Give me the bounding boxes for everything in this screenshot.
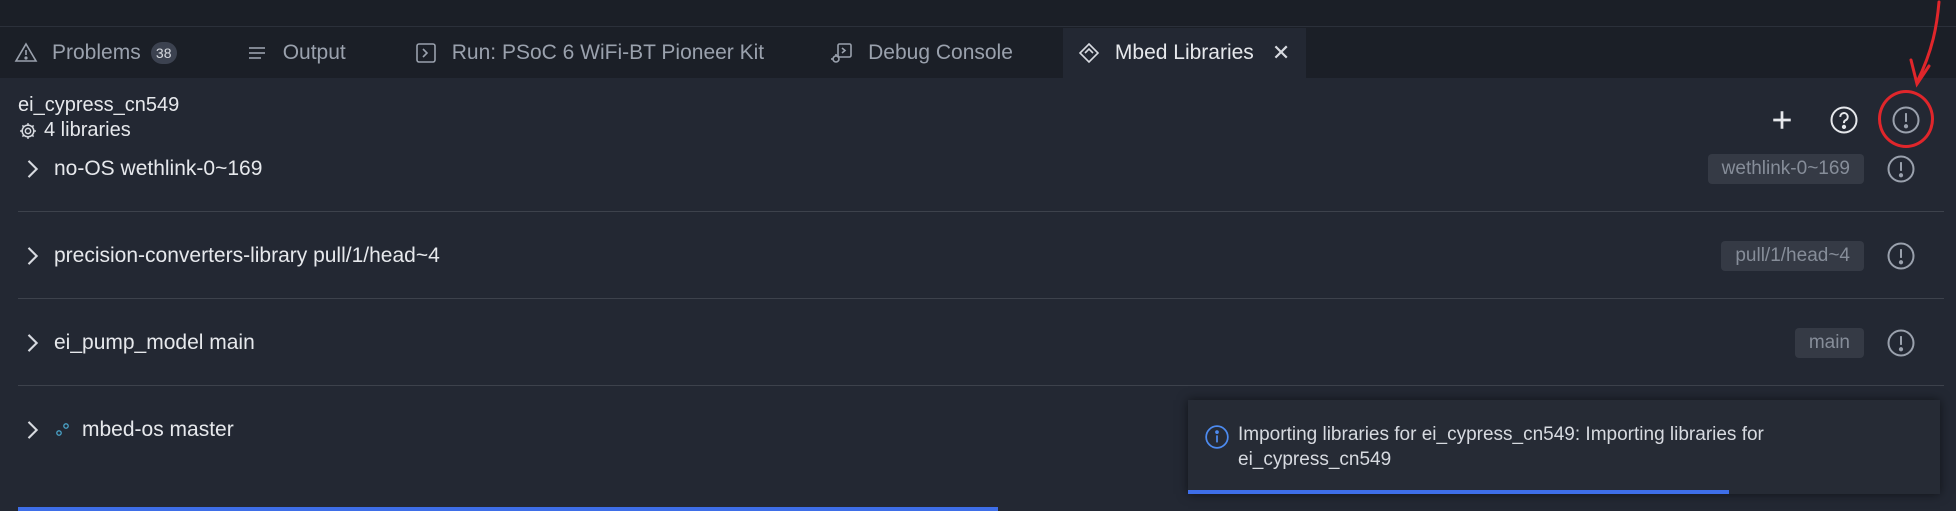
annotation-arrow — [1909, 0, 1941, 88]
tab-debug-console[interactable]: Debug Console — [780, 28, 1029, 78]
debug-console-icon — [831, 43, 852, 63]
library-ref-badge: wethlink-0~169 — [1707, 153, 1864, 184]
library-ref-badge: main — [1794, 327, 1864, 358]
library-label: no-OS wethlink-0~169 — [54, 156, 263, 180]
info-icon — [1205, 425, 1229, 449]
list-icon — [248, 47, 265, 59]
problems-count-badge: 38 — [150, 42, 177, 64]
library-label: mbed-os master — [82, 418, 234, 441]
library-row[interactable]: no-OS wethlink-0~169 wethlink-0~169 — [18, 126, 1944, 212]
tab-run[interactable]: Run: PSoC 6 WiFi-BT Pioneer Kit — [362, 28, 780, 78]
chevron-right-icon[interactable] — [18, 416, 46, 444]
tab-mbed-libraries-label: Mbed Libraries — [1114, 41, 1254, 64]
chevron-right-icon[interactable] — [18, 242, 46, 270]
project-name: ei_cypress_cn549 — [18, 94, 180, 116]
library-label: ei_pump_model main — [54, 330, 255, 354]
toast-message: Importing libraries for ei_cypress_cn549… — [1238, 424, 1764, 470]
toast-progress-bar — [1188, 490, 1730, 494]
info-icon[interactable] — [1886, 154, 1916, 184]
panel-tab-bar: Problems 38 Output Run: PSoC 6 WiFi-BT P… — [0, 28, 1956, 78]
panel-progress-bar — [18, 507, 998, 511]
info-icon[interactable] — [1886, 241, 1916, 271]
tab-problems-label: Problems — [52, 41, 141, 64]
tab-problems[interactable]: Problems 38 — [0, 28, 193, 78]
library-row-actions: main — [1794, 327, 1916, 358]
chevron-right-icon[interactable] — [18, 155, 46, 183]
library-row-actions: pull/1/head~4 — [1721, 240, 1916, 271]
warning-icon — [14, 42, 38, 62]
tab-mbed-libraries[interactable]: Mbed Libraries ✕ — [1062, 28, 1307, 78]
tab-output-label: Output — [282, 41, 346, 64]
chevron-right-icon[interactable] — [18, 329, 46, 357]
library-label: precision-converters-library pull/1/head… — [54, 243, 440, 267]
terminal-icon — [415, 43, 436, 63]
tab-output[interactable]: Output — [193, 28, 362, 78]
mbed-icon — [1078, 42, 1100, 64]
library-row[interactable]: ei_pump_model main main — [18, 300, 1944, 386]
library-row-actions: wethlink-0~169 — [1707, 153, 1916, 184]
loading-icon — [56, 423, 69, 436]
tab-run-label: Run: PSoC 6 WiFi-BT Pioneer Kit — [451, 41, 765, 64]
info-icon[interactable] — [1886, 328, 1916, 358]
library-ref-badge: pull/1/head~4 — [1721, 240, 1864, 271]
title-strip — [0, 0, 1956, 27]
close-icon[interactable]: ✕ — [1272, 40, 1290, 66]
notification-toast[interactable]: Importing libraries for ei_cypress_cn549… — [1188, 400, 1940, 494]
library-row[interactable]: precision-converters-library pull/1/head… — [18, 213, 1944, 299]
tab-debug-console-label: Debug Console — [868, 41, 1013, 64]
